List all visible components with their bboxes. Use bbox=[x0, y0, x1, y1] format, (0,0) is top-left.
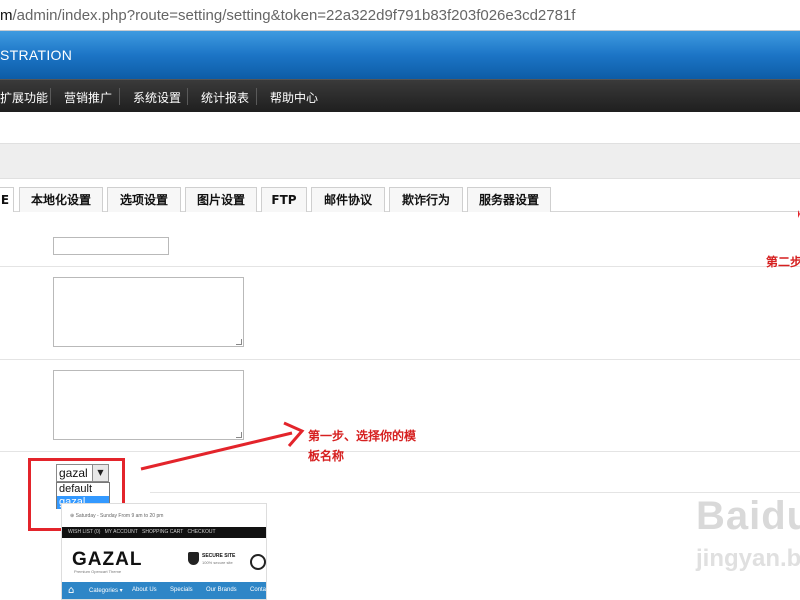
tab-server[interactable]: 服务器设置 bbox=[467, 187, 551, 212]
home-icon: ⌂ bbox=[68, 585, 75, 596]
address-bar[interactable]: m/admin/index.php?route=setting/setting&… bbox=[0, 0, 800, 31]
menu-divider bbox=[187, 88, 188, 105]
step2-annotation: 第二步 bbox=[766, 255, 800, 269]
address-host: m bbox=[0, 7, 13, 24]
resize-grip-icon[interactable] bbox=[236, 339, 242, 345]
template-preview: ⊕ Saturday - Sunday From 9 am to 20 pm W… bbox=[61, 503, 267, 600]
menu-item-system[interactable]: 系统设置 bbox=[133, 89, 181, 106]
preview-links: WISH LIST (0) MY ACCOUNT SHOPPING CART C… bbox=[68, 529, 216, 535]
textarea-1[interactable] bbox=[53, 277, 244, 347]
menu-divider bbox=[119, 88, 120, 105]
watermark-url: jingyan.b bbox=[696, 545, 800, 572]
menu-divider bbox=[256, 88, 257, 105]
preview-link: CHECKOUT bbox=[187, 529, 216, 535]
tab-ftp[interactable]: FTP bbox=[261, 187, 307, 212]
preview-nav-item: Conta bbox=[250, 587, 267, 593]
preview-link: WISH LIST (0) bbox=[68, 529, 101, 535]
address-path: /admin/index.php?route=setting/setting&t… bbox=[12, 7, 576, 24]
row-divider bbox=[0, 359, 800, 360]
watermark-logo: Baidu bbox=[696, 494, 800, 538]
preview-hours: ⊕ Saturday - Sunday From 9 am to 20 pm bbox=[70, 513, 164, 519]
menu-item-marketing[interactable]: 营销推广 bbox=[64, 89, 112, 106]
preview-secure-sub: 100% secure site bbox=[202, 560, 233, 565]
preview-hours-text: Saturday - Sunday From 9 am to 20 pm bbox=[75, 513, 164, 519]
preview-topbar bbox=[62, 504, 266, 513]
preview-logo-sub: Premium Opencart Theme bbox=[74, 569, 122, 574]
header-title: STRATION bbox=[0, 47, 73, 63]
tab-fraud[interactable]: 欺诈行为 bbox=[389, 187, 463, 212]
truck-icon bbox=[250, 554, 266, 570]
step1-annotation-cont: 板名称 bbox=[308, 449, 345, 463]
shield-icon bbox=[188, 552, 199, 565]
preview-secure-title: SECURE SITE bbox=[202, 553, 236, 559]
arrow-head-icon bbox=[283, 421, 305, 447]
tab-localization[interactable]: 本地化设置 bbox=[19, 187, 103, 212]
admin-header: STRATION bbox=[0, 31, 800, 79]
preview-link: MY ACCOUNT bbox=[104, 529, 138, 535]
textarea-2[interactable] bbox=[53, 370, 244, 440]
text-input[interactable] bbox=[53, 237, 169, 255]
resize-grip-icon[interactable] bbox=[236, 432, 242, 438]
preview-logo: GAZAL bbox=[72, 549, 143, 570]
tab-mail[interactable]: 邮件协议 bbox=[311, 187, 385, 212]
row-divider bbox=[0, 266, 800, 267]
menu-divider bbox=[50, 88, 51, 105]
menu-item-reports[interactable]: 统计报表 bbox=[201, 89, 249, 106]
breadcrumb-band bbox=[0, 143, 800, 179]
preview-nav-item: Categories ▾ bbox=[89, 588, 123, 594]
tab-images[interactable]: 图片设置 bbox=[185, 187, 257, 212]
step1-annotation: 第一步、选择你的模 bbox=[308, 429, 417, 443]
menu-item-help[interactable]: 帮助中心 bbox=[270, 89, 318, 106]
preview-link: SHOPPING CART bbox=[142, 529, 184, 535]
preview-nav-item: About Us bbox=[132, 587, 157, 593]
preview-nav-item: Specials bbox=[170, 587, 193, 593]
tab-store[interactable]: E bbox=[0, 187, 14, 212]
main-menu: 扩展功能 营销推广 系统设置 统计报表 帮助中心 bbox=[0, 79, 800, 112]
preview-nav-item: Our Brands bbox=[206, 587, 237, 593]
menu-item-extensions[interactable]: 扩展功能 bbox=[0, 89, 48, 106]
row-divider bbox=[150, 492, 800, 493]
tab-options[interactable]: 选项设置 bbox=[107, 187, 181, 212]
row-divider bbox=[0, 451, 800, 452]
address-url[interactable]: m/admin/index.php?route=setting/setting&… bbox=[0, 7, 575, 24]
